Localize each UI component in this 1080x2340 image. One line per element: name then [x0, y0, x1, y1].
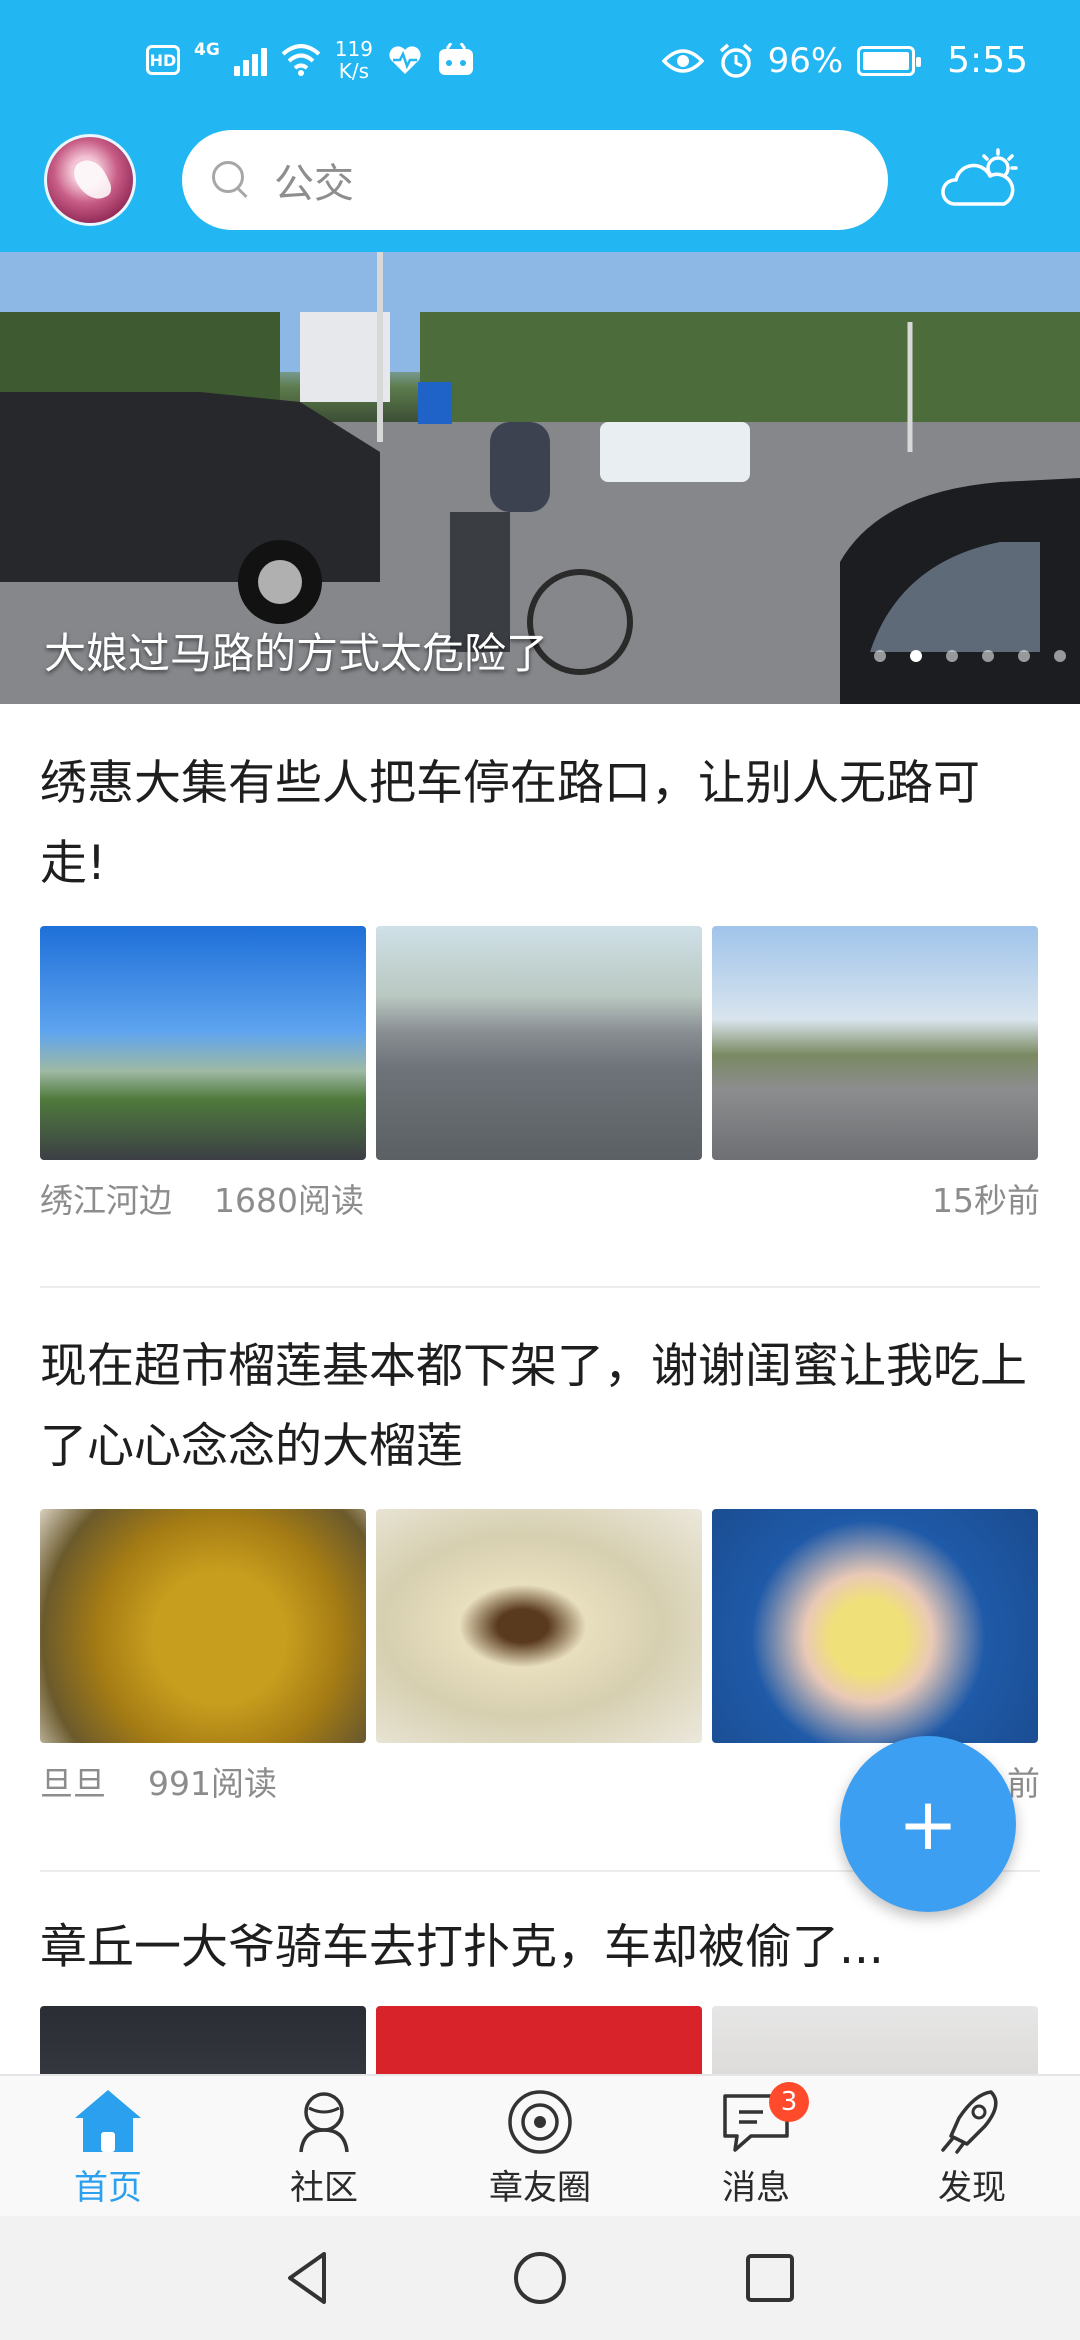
weather-icon[interactable] [940, 146, 1022, 212]
battery-icon [857, 45, 922, 76]
net-speed: 119 K/s [335, 38, 373, 82]
tab-friends-circle[interactable]: 章友圈 [432, 2076, 648, 2216]
feed-post[interactable]: 章丘一大爷骑车去打扑克，车却被偷了... [40, 1908, 1040, 2074]
back-icon[interactable] [276, 2246, 340, 2310]
carousel-indicator [874, 650, 1066, 662]
post-image[interactable] [40, 2006, 366, 2074]
post-title: 现在超市榴莲基本都下架了，谢谢闺蜜让我吃上了心心念念的大榴莲 [40, 1339, 1027, 1474]
divider [40, 1286, 1040, 1288]
post-images [40, 926, 1040, 1160]
carousel-dot [1018, 650, 1030, 662]
app-header: HD 4G 119 K/s 96% 5:55 公交 [0, 0, 1080, 252]
tab-community[interactable]: 社区 [216, 2076, 432, 2216]
banner-caption: 大娘过马路的方式太危险了 [44, 629, 549, 678]
post-time: 15秒前 [932, 1181, 1040, 1220]
create-post-button[interactable]: + [840, 1736, 1016, 1912]
friends-circle-icon [508, 2090, 572, 2154]
post-meta: 绣江河边 1680阅读 15秒前 [40, 1170, 1040, 1226]
eye-comfort-icon [661, 48, 704, 73]
post-image[interactable] [376, 2006, 702, 2074]
carousel-dot [1054, 650, 1066, 662]
status-bar: HD 4G 119 K/s 96% 5:55 [0, 0, 1080, 128]
feed-post[interactable]: 绣惠大集有些人把车停在路口，让别人无路可走! 绣江河边 1680阅读 15秒前 [40, 744, 1040, 1226]
heart-rate-icon [389, 46, 421, 74]
post-image[interactable] [712, 1509, 1038, 1743]
alarm-icon [719, 43, 752, 78]
post-image[interactable] [712, 2006, 1038, 2074]
tab-label: 首页 [74, 2168, 142, 2208]
message-icon-wrap: 3 [717, 2082, 809, 2156]
home-nav-icon[interactable] [508, 2246, 572, 2310]
carousel-dot [982, 650, 994, 662]
carousel-dot [874, 650, 886, 662]
bottom-tab-bar: 首页 社区 章友圈 3 消息 发现 [0, 2074, 1080, 2216]
post-image[interactable] [376, 1509, 702, 1743]
tab-messages[interactable]: 3 消息 [648, 2076, 864, 2216]
user-avatar[interactable] [44, 134, 136, 226]
community-icon [299, 2092, 349, 2153]
search-bar[interactable]: 公交 [182, 130, 888, 230]
tab-label: 消息 [722, 2168, 790, 2208]
tab-label: 社区 [290, 2168, 358, 2208]
recents-icon[interactable] [738, 2246, 802, 2310]
plus-icon: + [897, 1782, 959, 1866]
system-navigation-bar [0, 2216, 1080, 2340]
post-author: 绣江河边 [40, 1181, 172, 1220]
post-author: 旦旦 [40, 1764, 106, 1803]
tab-home[interactable]: 首页 [0, 2076, 216, 2216]
post-images [40, 1509, 1040, 1743]
discover-icon [941, 2090, 998, 2154]
network-type: 4G [194, 40, 220, 60]
carousel-dot [946, 650, 958, 662]
tab-label: 发现 [938, 2168, 1006, 2208]
post-reads: 991阅读 [148, 1764, 277, 1803]
post-image[interactable] [40, 1509, 366, 1743]
post-title: 章丘一大爷骑车去打扑克，车却被偷了... [40, 1920, 884, 1975]
post-image[interactable] [376, 926, 702, 1160]
home-icon [75, 2090, 141, 2152]
hd-icon: HD [146, 45, 180, 75]
post-images [40, 2006, 1040, 2074]
post-image[interactable] [712, 926, 1038, 1160]
net-speed-value: 119 [334, 37, 373, 61]
battery-percent: 96% [767, 40, 844, 81]
unread-badge: 3 [769, 2082, 809, 2122]
post-reads: 1680阅读 [214, 1181, 364, 1220]
post-image[interactable] [40, 926, 366, 1160]
tab-discover[interactable]: 发现 [864, 2076, 1080, 2216]
feed-post[interactable]: 现在超市榴莲基本都下架了，谢谢闺蜜让我吃上了心心念念的大榴莲 旦旦 991阅读 … [40, 1327, 1040, 1809]
wifi-icon [281, 44, 321, 76]
net-speed-unit: K/s [338, 59, 370, 83]
search-icon [212, 161, 250, 199]
clock: 5:55 [947, 40, 1028, 81]
signal-icon [233, 44, 267, 76]
search-placeholder: 公交 [274, 161, 354, 207]
banner-carousel[interactable]: 大娘过马路的方式太危险了 [0, 252, 1080, 704]
tab-label: 章友圈 [489, 2168, 591, 2208]
carousel-dot-active [910, 650, 922, 662]
post-title: 绣惠大集有些人把车停在路口，让别人无路可走! [40, 756, 980, 891]
app-notification-icon [438, 43, 473, 75]
